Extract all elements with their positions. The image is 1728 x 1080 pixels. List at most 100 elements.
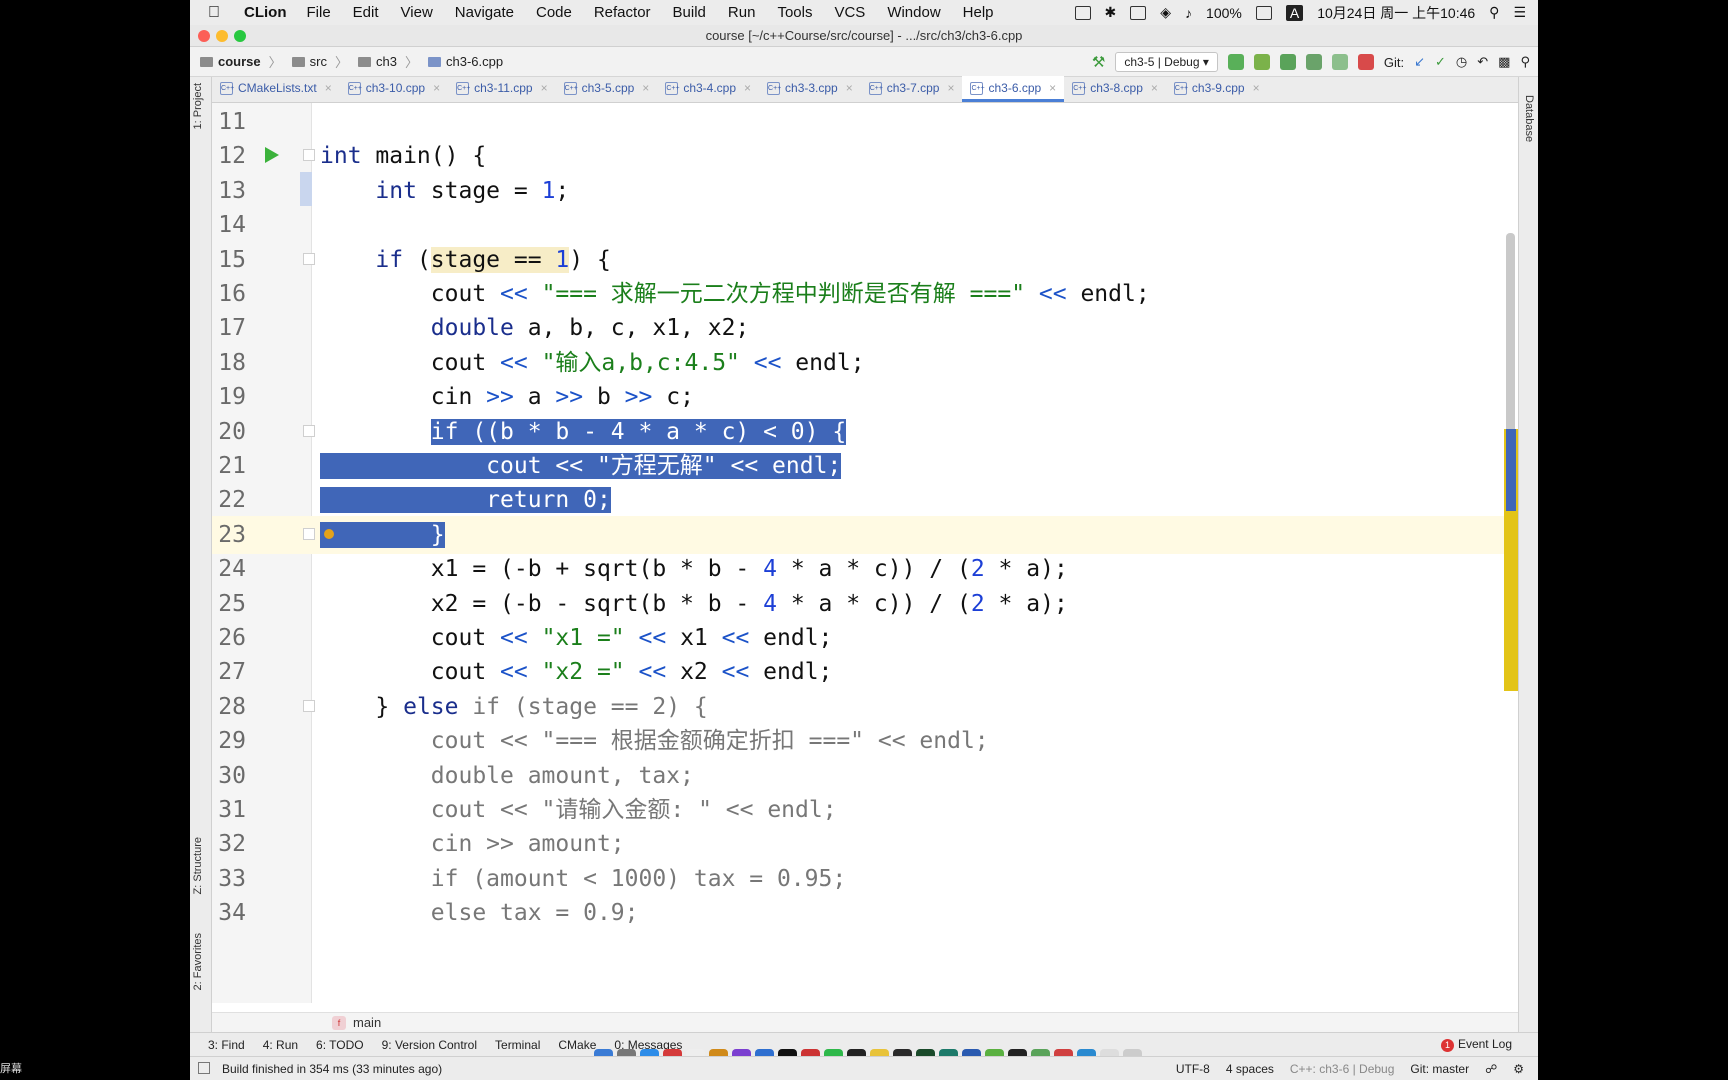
- vcs-update-icon[interactable]: ↙: [1414, 54, 1425, 70]
- fold-marker-icon[interactable]: [303, 699, 315, 712]
- todo-tool-button[interactable]: 6: TODO: [316, 1038, 364, 1052]
- close-tab-icon[interactable]: ×: [1049, 81, 1056, 95]
- vcs-history-icon[interactable]: ◷: [1456, 54, 1467, 70]
- close-tab-icon[interactable]: ×: [433, 81, 440, 95]
- code-line[interactable]: 24 x1 = (-b + sqrt(b * b - 4 * a * c)) /…: [212, 550, 1518, 588]
- line-number[interactable]: 22: [212, 481, 246, 519]
- line-number[interactable]: 18: [212, 344, 246, 382]
- fold-marker-icon[interactable]: [303, 252, 315, 265]
- code-line[interactable]: 25 x2 = (-b - sqrt(b * b - 4 * a * c)) /…: [212, 585, 1518, 623]
- run-gutter-icon[interactable]: [265, 147, 279, 164]
- menu-run[interactable]: Run: [728, 4, 756, 21]
- menu-code[interactable]: Code: [536, 4, 572, 21]
- menubar-clock[interactable]: 10月24日 周一 上午10:46: [1317, 3, 1475, 23]
- line-number[interactable]: 34: [212, 894, 246, 932]
- code-line[interactable]: 21 cout << "方程无解" << endl;: [212, 447, 1518, 485]
- terminal-layout-icon[interactable]: ▩: [1498, 54, 1510, 70]
- fold-marker-icon[interactable]: [303, 149, 315, 162]
- breadcrumb-ch3[interactable]: ch3 〉: [358, 52, 418, 71]
- menu-vcs[interactable]: VCS: [834, 4, 865, 21]
- change-marker[interactable]: [300, 171, 312, 206]
- menu-file[interactable]: File: [307, 4, 331, 21]
- line-number[interactable]: 27: [212, 653, 246, 691]
- code-line[interactable]: 20 if ((b * b - 4 * a * c) < 0) {: [212, 413, 1518, 451]
- line-number[interactable]: 11: [212, 103, 246, 141]
- code-line[interactable]: 28 } else if (stage == 2) {: [212, 688, 1518, 726]
- battery-icon[interactable]: [1255, 5, 1272, 20]
- bluetooth-icon[interactable]: ✱: [1105, 4, 1117, 21]
- menu-tools[interactable]: Tools: [777, 4, 812, 21]
- event-log-button[interactable]: 1 Event Log: [1440, 1037, 1512, 1052]
- code-line[interactable]: 11: [212, 103, 1518, 141]
- app-menu[interactable]: CLion: [244, 4, 287, 21]
- code-line[interactable]: 16 cout << "=== 求解一元二次方程中判断是否有解 ===" << …: [212, 275, 1518, 313]
- menu-view[interactable]: View: [401, 4, 433, 21]
- run-config-select[interactable]: ch3-5 | Debug ▾: [1115, 52, 1218, 72]
- close-tab-icon[interactable]: ×: [541, 81, 548, 95]
- line-number[interactable]: 30: [212, 757, 246, 795]
- tab-ch3-6-cpp[interactable]: C++ ch3-6.cpp ×: [962, 76, 1065, 102]
- run-icon[interactable]: [1227, 54, 1244, 70]
- tab-ch3-4-cpp[interactable]: C++ ch3-4.cpp ×: [657, 76, 759, 102]
- line-number[interactable]: 28: [212, 688, 246, 726]
- wifi-icon[interactable]: ◈: [1160, 4, 1171, 21]
- git-branch-indicator[interactable]: Git: master: [1410, 1062, 1469, 1076]
- line-number[interactable]: 26: [212, 619, 246, 657]
- search-everywhere-icon[interactable]: ⚲: [1520, 54, 1530, 70]
- code-line[interactable]: 34 else tax = 0.9;: [212, 894, 1518, 932]
- line-number[interactable]: 23: [212, 516, 246, 554]
- menu-refactor[interactable]: Refactor: [594, 4, 651, 21]
- code-line[interactable]: 14: [212, 206, 1518, 244]
- line-number[interactable]: 19: [212, 378, 246, 416]
- line-number[interactable]: 16: [212, 275, 246, 313]
- code-line[interactable]: 33 if (amount < 1000) tax = 0.95;: [212, 860, 1518, 898]
- tab-ch3-10-cpp[interactable]: C++ ch3-10.cpp ×: [340, 76, 448, 102]
- build-hammer-icon[interactable]: ⚒: [1092, 53, 1105, 71]
- debug-icon[interactable]: [1253, 54, 1270, 70]
- fold-marker-icon[interactable]: [303, 424, 315, 437]
- indent-indicator[interactable]: 4 spaces: [1226, 1062, 1274, 1076]
- spotlight-search-icon[interactable]: ⚲: [1489, 4, 1499, 21]
- fold-marker-icon[interactable]: [303, 527, 315, 540]
- line-number[interactable]: 31: [212, 791, 246, 829]
- line-number[interactable]: 12: [212, 137, 246, 175]
- line-number[interactable]: 13: [212, 172, 246, 210]
- line-number[interactable]: 24: [212, 550, 246, 588]
- menu-window[interactable]: Window: [887, 4, 940, 21]
- menu-build[interactable]: Build: [673, 4, 706, 21]
- tab-ch3-9-cpp[interactable]: C++ ch3-9.cpp ×: [1166, 76, 1268, 102]
- cmake-tool-button[interactable]: CMake: [558, 1038, 596, 1052]
- version-control-tool-button[interactable]: 9: Version Control: [382, 1038, 477, 1052]
- code-line[interactable]: 13 int stage = 1;: [212, 172, 1518, 210]
- structure-panel-toggle[interactable]: Z: Structure: [192, 837, 204, 894]
- code-line[interactable]: 23 }: [212, 515, 1518, 554]
- database-panel-toggle[interactable]: Database: [1523, 95, 1535, 142]
- close-tab-icon[interactable]: ×: [947, 81, 954, 95]
- screen-mirror-icon[interactable]: [1074, 5, 1091, 20]
- terminal-tool-button[interactable]: Terminal: [495, 1038, 540, 1052]
- close-tab-icon[interactable]: ×: [1151, 81, 1158, 95]
- volume-icon[interactable]: ♪: [1185, 5, 1192, 21]
- code-line[interactable]: 18 cout << "输入a,b,c:4.5" << endl;: [212, 344, 1518, 382]
- code-line[interactable]: 26 cout << "x1 =" << x1 << endl;: [212, 619, 1518, 657]
- line-number[interactable]: 20: [212, 413, 246, 451]
- context-indicator[interactable]: C++: ch3-6 | Debug: [1290, 1062, 1395, 1076]
- close-tab-icon[interactable]: ×: [1253, 81, 1260, 95]
- line-number[interactable]: 21: [212, 447, 246, 485]
- project-panel-toggle[interactable]: 1: Project: [192, 83, 204, 129]
- tab-ch3-11-cpp[interactable]: C++ ch3-11.cpp ×: [448, 76, 556, 102]
- code-line[interactable]: 17 double a, b, c, x1, x2;: [212, 309, 1518, 347]
- memory-icon[interactable]: [1130, 5, 1147, 20]
- vcs-revert-icon[interactable]: ↶: [1477, 54, 1488, 70]
- menu-help[interactable]: Help: [963, 4, 994, 21]
- breadcrumb-file[interactable]: ch3-6.cpp: [428, 54, 503, 69]
- code-line[interactable]: 27 cout << "x2 =" << x2 << endl;: [212, 653, 1518, 691]
- menu-edit[interactable]: Edit: [353, 4, 379, 21]
- attach-icon[interactable]: [1331, 54, 1348, 70]
- code-line[interactable]: 22 return 0;: [212, 481, 1518, 519]
- status-message[interactable]: Build finished in 354 ms (33 minutes ago…: [222, 1062, 442, 1076]
- find-tool-button[interactable]: 3: Find: [208, 1038, 245, 1052]
- favorites-panel-toggle[interactable]: 2: Favorites: [192, 933, 204, 990]
- line-number[interactable]: 32: [212, 825, 246, 863]
- code-editor[interactable]: 11 12 int main() {13 int stage = 1; 14 15 if…: [212, 103, 1518, 1003]
